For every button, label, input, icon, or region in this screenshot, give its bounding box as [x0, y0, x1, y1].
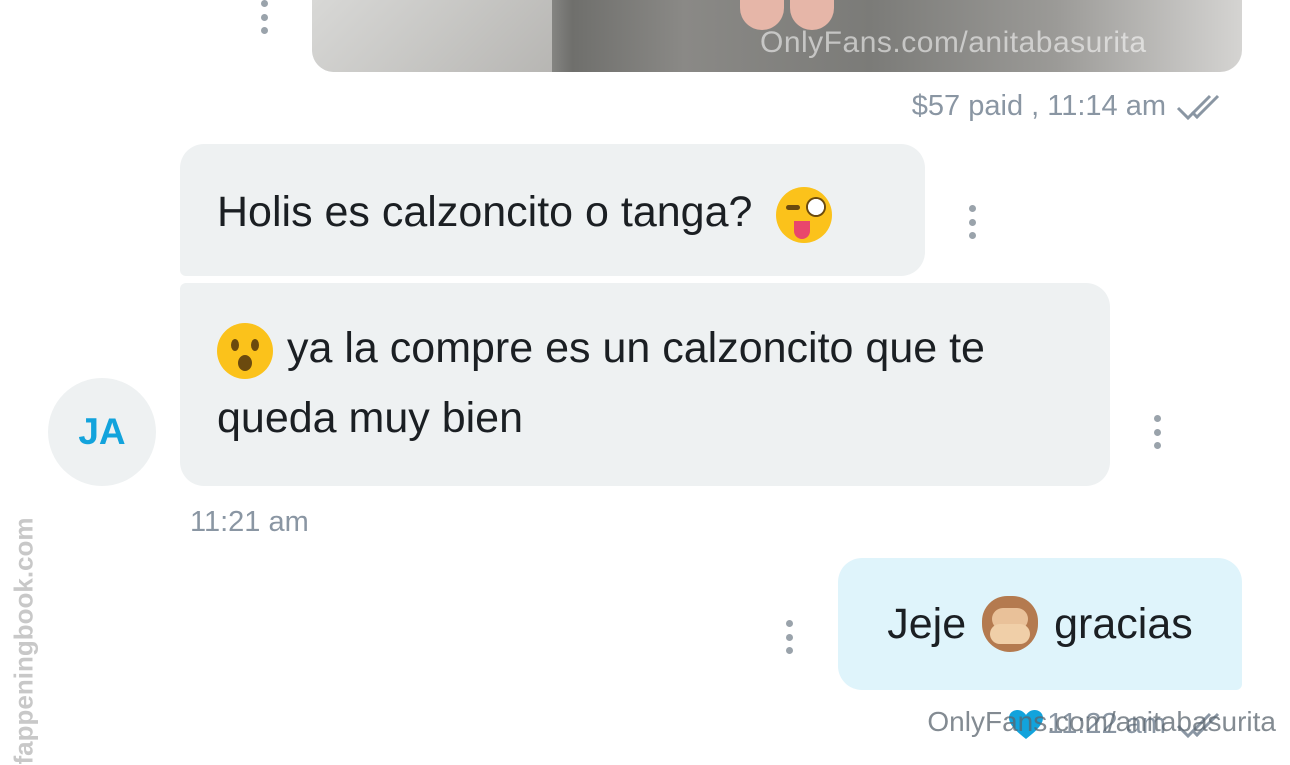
- photo-watermark: OnlyFans.com/anitabasurita: [760, 26, 1147, 59]
- photo-status-row: $57 paid , 11:14 am: [912, 90, 1232, 123]
- avatar[interactable]: JA: [48, 378, 156, 486]
- photo-rug: [312, 0, 552, 72]
- message-text: Holis es calzoncito o tanga?: [217, 188, 753, 236]
- bottom-watermark: OnlyFans.com/anitabasurita: [927, 706, 1276, 737]
- side-watermark: fappeningbook.com: [8, 517, 39, 765]
- outgoing-message-bubble[interactable]: Jeje gracias: [838, 558, 1242, 690]
- message-options-icon[interactable]: [259, 0, 269, 34]
- avatar-initials: JA: [78, 411, 126, 452]
- winking-face-with-tongue-icon: [776, 186, 833, 243]
- photo-message[interactable]: OnlyFans.com/anitabasurita: [312, 0, 1242, 72]
- message-options-icon[interactable]: [784, 620, 794, 654]
- face-with-open-mouth-icon: [217, 322, 273, 379]
- message-text: gracias: [1054, 599, 1193, 648]
- incoming-message-bubble[interactable]: Holis es calzoncito o tanga?: [180, 144, 925, 276]
- paid-status-text: $57 paid , 11:14 am: [911, 90, 1166, 122]
- incoming-message-bubble[interactable]: ya la compre es un calzoncito que te que…: [180, 283, 1110, 486]
- incoming-time: 11:21 am: [190, 506, 309, 538]
- see-no-evil-monkey-icon: [982, 596, 1039, 652]
- message-options-icon[interactable]: [967, 205, 977, 239]
- double-check-icon: [1176, 94, 1220, 120]
- message-text: ya la compre es un calzoncito que te que…: [217, 324, 985, 442]
- message-options-icon[interactable]: [1152, 415, 1162, 449]
- message-text: Jeje: [887, 599, 967, 648]
